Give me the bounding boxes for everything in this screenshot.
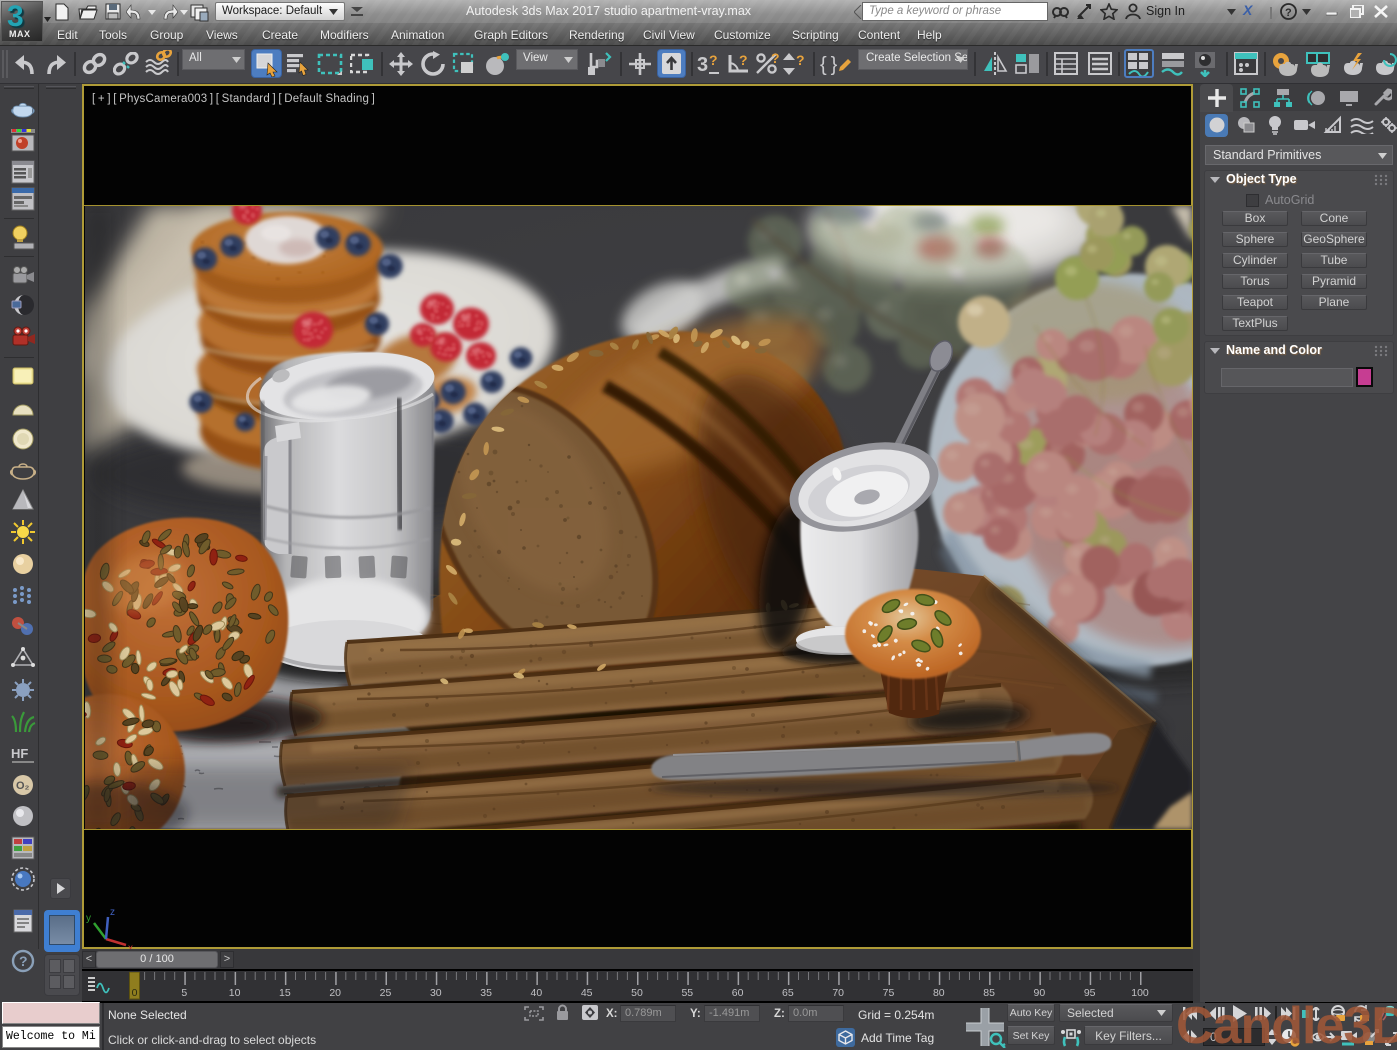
svg-text:75: 75 xyxy=(883,987,895,999)
svg-text:15: 15 xyxy=(279,987,291,999)
svg-text:?: ? xyxy=(771,51,780,66)
svg-text:?: ? xyxy=(796,52,805,68)
svg-text:80: 80 xyxy=(933,987,945,999)
svg-text:20: 20 xyxy=(329,987,341,999)
svg-text:35: 35 xyxy=(480,987,492,999)
svg-text:HF: HF xyxy=(11,746,28,761)
svg-text:?: ? xyxy=(19,953,28,969)
svg-text:{ }: { } xyxy=(820,54,838,76)
svg-text:45: 45 xyxy=(581,987,593,999)
svg-text:100: 100 xyxy=(1131,987,1149,999)
svg-text:30: 30 xyxy=(430,987,442,999)
svg-text:10: 10 xyxy=(229,987,241,999)
svg-text:90: 90 xyxy=(1034,987,1046,999)
svg-text:3: 3 xyxy=(697,54,708,76)
svg-text:?: ? xyxy=(739,52,748,68)
svg-text:70: 70 xyxy=(832,987,844,999)
svg-text:0: 0 xyxy=(132,987,138,999)
svg-text:55: 55 xyxy=(681,987,693,999)
svg-text:50: 50 xyxy=(631,987,643,999)
svg-text:25: 25 xyxy=(380,987,392,999)
svg-text:5: 5 xyxy=(181,987,187,999)
svg-text:?: ? xyxy=(709,52,718,68)
svg-text:z: z xyxy=(110,907,115,918)
svg-text:95: 95 xyxy=(1084,987,1096,999)
svg-text:?: ? xyxy=(1285,7,1292,19)
svg-text:85: 85 xyxy=(983,987,995,999)
svg-text:y: y xyxy=(86,913,91,924)
svg-text:65: 65 xyxy=(782,987,794,999)
svg-text:60: 60 xyxy=(732,987,744,999)
svg-text:O₂: O₂ xyxy=(16,780,30,792)
svg-text:40: 40 xyxy=(531,987,543,999)
